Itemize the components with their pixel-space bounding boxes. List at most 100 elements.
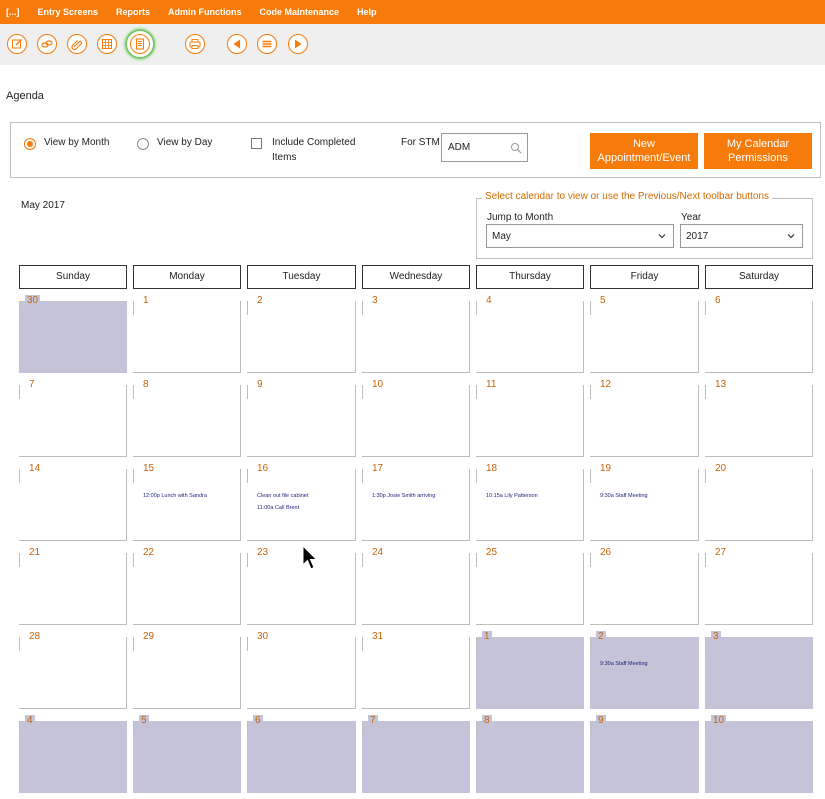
day-number[interactable]: 24 <box>370 547 386 558</box>
day-number[interactable]: 9 <box>255 379 265 390</box>
day-number[interactable]: 5 <box>139 715 149 726</box>
menu-item-admin-functions[interactable]: Admin Functions <box>168 7 242 17</box>
calendar-day-cell[interactable]: 20 <box>705 463 813 541</box>
day-number[interactable]: 2 <box>255 295 265 306</box>
calendar-day-cell[interactable]: 7 <box>19 379 127 457</box>
view-by-month-radio[interactable] <box>24 138 36 150</box>
calendar-day-cell[interactable]: 6 <box>247 715 356 793</box>
day-number[interactable]: 26 <box>598 547 614 558</box>
calendar-day-cell[interactable]: 7 <box>362 715 470 793</box>
calendar-event[interactable]: 1:30p Josie Smith arriving <box>372 493 435 499</box>
day-number[interactable]: 25 <box>484 547 500 558</box>
calendar-day-cell[interactable]: 3 <box>362 295 470 373</box>
calendar-day-cell[interactable]: 25 <box>476 547 584 625</box>
day-number[interactable]: 29 <box>141 631 157 642</box>
calendar-grid-button[interactable] <box>97 34 117 54</box>
day-number[interactable]: 4 <box>484 295 494 306</box>
day-number[interactable]: 13 <box>713 379 729 390</box>
day-number[interactable]: 30 <box>255 631 271 642</box>
day-number[interactable]: 18 <box>484 463 500 474</box>
print-button[interactable] <box>185 34 205 54</box>
calendar-day-cell[interactable]: 19 9:30a Staff Meeting <box>590 463 699 541</box>
day-number[interactable]: 8 <box>141 379 151 390</box>
link-button[interactable] <box>37 34 57 54</box>
calendar-day-cell[interactable]: 21 <box>19 547 127 625</box>
day-number[interactable]: 21 <box>27 547 43 558</box>
day-number[interactable]: 10 <box>711 715 727 726</box>
calendar-day-cell[interactable]: 11 <box>476 379 584 457</box>
previous-button[interactable] <box>227 34 247 54</box>
day-number[interactable]: 6 <box>713 295 723 306</box>
day-number[interactable]: 10 <box>370 379 386 390</box>
day-number[interactable]: 1 <box>482 631 492 642</box>
stm-search-input[interactable]: ADM <box>441 133 528 162</box>
day-number[interactable]: 5 <box>598 295 608 306</box>
day-number[interactable]: 15 <box>141 463 157 474</box>
calendar-day-cell[interactable]: 14 <box>19 463 127 541</box>
menu-item-help[interactable]: Help <box>357 7 377 17</box>
calendar-day-cell[interactable]: 29 <box>133 631 241 709</box>
calendar-event[interactable]: 10:15a Lily Patterson <box>486 493 538 499</box>
day-number[interactable]: 3 <box>370 295 380 306</box>
day-number[interactable]: 4 <box>25 715 35 726</box>
agenda-button[interactable] <box>125 29 155 59</box>
calendar-day-cell[interactable]: 1 <box>476 631 584 709</box>
calendar-day-cell[interactable]: 3 <box>705 631 813 709</box>
calendar-day-cell[interactable]: 10 <box>362 379 470 457</box>
day-number[interactable]: 16 <box>255 463 271 474</box>
calendar-event[interactable]: Clean out file cabinet <box>257 493 308 499</box>
menu-item-code-maintenance[interactable]: Code Maintenance <box>260 7 340 17</box>
day-number[interactable]: 22 <box>141 547 157 558</box>
edit-button[interactable] <box>7 34 27 54</box>
attachment-button[interactable] <box>67 34 87 54</box>
view-by-day-label[interactable]: View by Day <box>157 135 212 150</box>
day-number[interactable]: 31 <box>370 631 386 642</box>
search-icon[interactable] <box>510 142 522 154</box>
calendar-day-cell[interactable]: 16 Clean out file cabinet 11:00a Call Bren… <box>247 463 356 541</box>
calendar-day-cell[interactable]: 9 <box>590 715 699 793</box>
day-number[interactable]: 30 <box>25 295 41 306</box>
calendar-day-cell[interactable]: 26 <box>590 547 699 625</box>
day-number[interactable]: 2 <box>596 631 606 642</box>
calendar-day-cell[interactable]: 4 <box>476 295 584 373</box>
calendar-day-cell[interactable]: 1 <box>133 295 241 373</box>
calendar-event[interactable]: 11:00a Call Brent <box>257 505 299 511</box>
menu-item-more[interactable]: [...] <box>6 7 20 17</box>
calendar-permissions-button[interactable]: My Calendar Permissions <box>704 133 812 169</box>
day-number[interactable]: 9 <box>596 715 606 726</box>
day-number[interactable]: 6 <box>253 715 263 726</box>
calendar-day-cell[interactable]: 17 1:30p Josie Smith arriving <box>362 463 470 541</box>
day-number[interactable]: 23 <box>255 547 271 558</box>
day-number[interactable]: 7 <box>27 379 37 390</box>
day-number[interactable]: 27 <box>713 547 729 558</box>
view-by-month-label[interactable]: View by Month <box>44 135 109 150</box>
calendar-day-cell[interactable]: 28 <box>19 631 127 709</box>
day-number[interactable]: 17 <box>370 463 386 474</box>
calendar-day-cell[interactable]: 5 <box>133 715 241 793</box>
calendar-day-cell[interactable]: 22 <box>133 547 241 625</box>
menu-item-reports[interactable]: Reports <box>116 7 150 17</box>
calendar-day-cell[interactable]: 5 <box>590 295 699 373</box>
next-button[interactable] <box>288 34 308 54</box>
calendar-day-cell[interactable]: 12 <box>590 379 699 457</box>
day-number[interactable]: 19 <box>598 463 614 474</box>
day-number[interactable]: 28 <box>27 631 43 642</box>
calendar-day-cell[interactable]: 31 <box>362 631 470 709</box>
calendar-day-cell[interactable]: 6 <box>705 295 813 373</box>
day-number[interactable]: 20 <box>713 463 729 474</box>
day-number[interactable]: 11 <box>484 379 499 390</box>
include-completed-label[interactable]: Include Completed Items <box>272 135 355 165</box>
day-number[interactable]: 14 <box>27 463 43 474</box>
calendar-event[interactable]: 9:30a Staff Meeting <box>600 661 648 667</box>
calendar-day-cell[interactable]: 9 <box>247 379 356 457</box>
calendar-day-cell[interactable]: 8 <box>133 379 241 457</box>
day-number[interactable]: 1 <box>141 295 151 306</box>
calendar-day-cell[interactable]: 30 <box>19 295 127 373</box>
calendar-day-cell[interactable]: 27 <box>705 547 813 625</box>
calendar-day-cell[interactable]: 24 <box>362 547 470 625</box>
calendar-event[interactable]: 12:00p Lunch with Sandra <box>143 493 207 499</box>
view-by-day-radio[interactable] <box>137 138 149 150</box>
day-number[interactable]: 8 <box>482 715 492 726</box>
calendar-day-cell[interactable]: 13 <box>705 379 813 457</box>
calendar-day-cell[interactable]: 2 <box>247 295 356 373</box>
